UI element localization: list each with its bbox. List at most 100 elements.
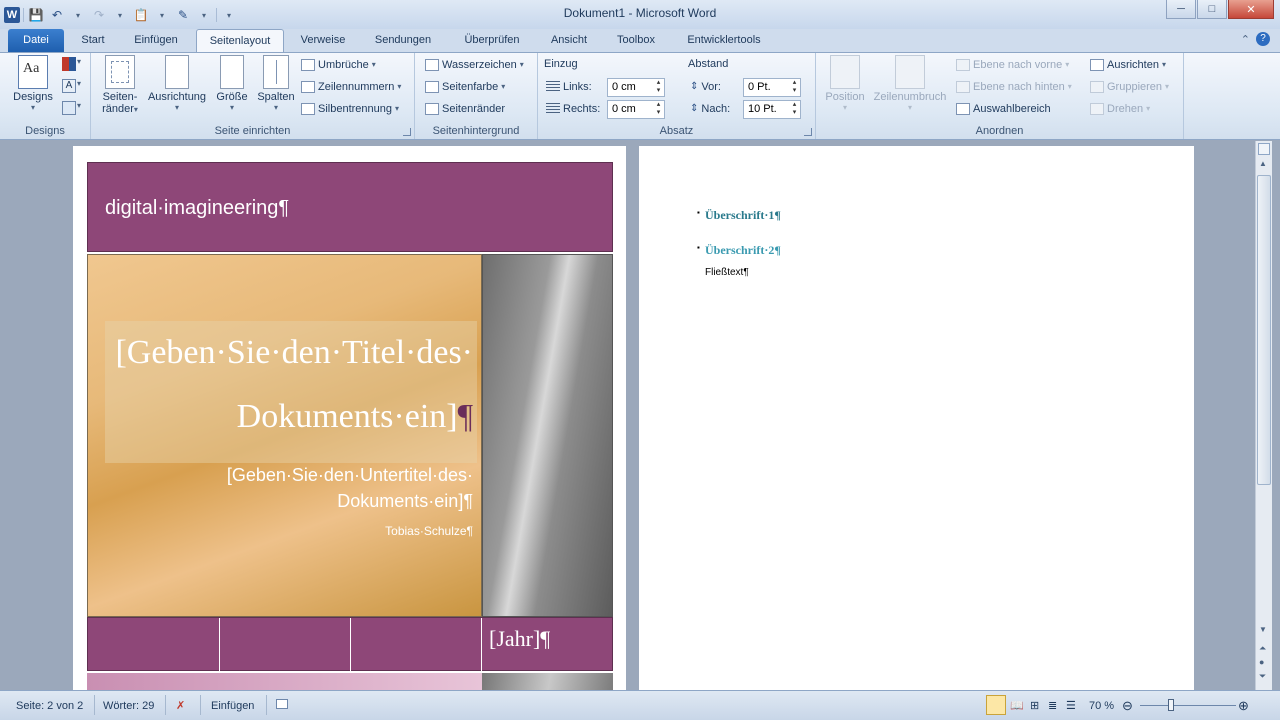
send-backward-button[interactable]: Ebene nach hinten ▾: [956, 77, 1072, 97]
ribbon: Aa Designs ▾ ▾ A ▾ ▾ Designs Seiten- ränd…: [0, 52, 1280, 140]
breaks-icon: [301, 59, 315, 71]
size-button[interactable]: Größe ▾: [211, 55, 253, 112]
page-1[interactable]: digital·imagineering¶ [Geben·Sie·den·Tit…: [73, 146, 626, 690]
page-borders-button[interactable]: Seitenränder: [425, 99, 505, 119]
spin-arrows-icon[interactable]: ▴ ▾: [653, 101, 664, 118]
macro-record-icon[interactable]: [276, 697, 288, 715]
scroll-down-icon[interactable]: ▼: [1259, 625, 1267, 634]
zoom-slider-track[interactable]: [1140, 705, 1236, 706]
group-objects-label: Gruppieren: [1107, 81, 1163, 93]
dialog-launcher-icon[interactable]: [403, 128, 411, 136]
spin-arrows-icon[interactable]: ▴ ▾: [789, 101, 800, 118]
spacing-after-input[interactable]: 10 Pt. ▴ ▾: [743, 100, 801, 119]
tab-toolbox[interactable]: Toolbox: [604, 29, 668, 52]
minimize-button[interactable]: ─: [1166, 0, 1196, 19]
indent-right-input[interactable]: 0 cm ▴ ▾: [607, 100, 665, 119]
spin-arrows-icon[interactable]: ▴ ▾: [653, 79, 664, 96]
heading-1[interactable]: Überschrift·1¶: [705, 208, 781, 223]
bring-forward-label: Ebene nach vorne: [973, 59, 1063, 71]
tab-datei[interactable]: Datei: [8, 29, 64, 52]
send-backward-icon: [956, 81, 970, 93]
body-text[interactable]: Fließtext¶: [705, 267, 749, 278]
hyphenation-button[interactable]: Silbentrennung ▾: [301, 99, 399, 119]
zoom-out-icon[interactable]: ⊖: [1122, 697, 1133, 715]
wrap-text-button[interactable]: Zeilenumbruch ▾: [870, 55, 950, 112]
maximize-button[interactable]: □: [1197, 0, 1227, 19]
bring-forward-button[interactable]: Ebene nach vorne ▾: [956, 55, 1069, 75]
title-line-1: [Geben·Sie·den·Titel·des·: [115, 334, 473, 371]
tab-sendungen[interactable]: Sendungen: [362, 29, 444, 52]
tab-ueberpruefen[interactable]: Überprüfen: [450, 29, 534, 52]
page-2[interactable]: ▪ Überschrift·1¶ ▪ Überschrift·2¶ Fließt…: [639, 146, 1194, 690]
orientation-button[interactable]: Ausrichtung ▾: [145, 55, 209, 112]
bullet-marker: ▪: [697, 208, 700, 217]
tab-start[interactable]: Start: [70, 29, 116, 52]
dropdown-arrow-icon: ▾: [907, 103, 912, 112]
margins-button[interactable]: Seiten- ränder▾: [97, 55, 143, 115]
group-objects-button[interactable]: Gruppieren ▾: [1090, 77, 1169, 97]
scroll-thumb[interactable]: [1257, 175, 1271, 485]
spacing-before-input[interactable]: 0 Pt. ▴ ▾: [743, 78, 801, 97]
breaks-button[interactable]: Umbrüche ▾: [301, 55, 376, 75]
spacing-after-icon: ⇕: [690, 103, 699, 114]
previous-page-icon[interactable]: ⏶: [1259, 643, 1266, 654]
draft-view-icon[interactable]: ☰: [1066, 697, 1076, 715]
indent-left-label: Links:: [546, 77, 592, 97]
title-placeholder[interactable]: [Geben·Sie·den·Titel·des· Dokuments·ein]…: [105, 321, 473, 449]
page-count[interactable]: Seite: 2 von 2: [16, 697, 83, 715]
insert-mode[interactable]: Einfügen: [211, 697, 254, 715]
proofing-icon[interactable]: ✗: [176, 697, 185, 715]
minimize-ribbon-icon[interactable]: ⌃: [1241, 33, 1250, 46]
dialog-launcher-icon[interactable]: [804, 128, 812, 136]
columns-button[interactable]: Spalten ▾: [253, 55, 299, 112]
watermark-button[interactable]: Wasserzeichen ▾: [425, 55, 524, 75]
spin-arrows-icon[interactable]: ▴ ▾: [789, 79, 800, 96]
theme-effects-button[interactable]: ▾: [62, 101, 86, 119]
page-color-button[interactable]: Seitenfarbe ▾: [425, 77, 505, 97]
vertical-scrollbar[interactable]: ▲ ▼ ⏶ ● ⏷: [1255, 141, 1272, 690]
designs-label: Designs: [13, 91, 53, 103]
theme-fonts-button[interactable]: A ▾: [62, 79, 86, 97]
watermark-icon: [425, 59, 439, 71]
wrap-text-label: Zeilenumbruch: [873, 91, 947, 103]
tab-entwicklertools[interactable]: Entwicklertools: [674, 29, 774, 52]
scroll-up-icon[interactable]: ▲: [1259, 159, 1267, 168]
word-count[interactable]: Wörter: 29: [103, 697, 154, 715]
zoom-slider-thumb[interactable]: [1168, 699, 1174, 711]
browse-object-icon[interactable]: ●: [1259, 657, 1264, 667]
subtitle-placeholder[interactable]: [Geben·Sie·den·Untertitel·des· Dokuments…: [105, 462, 473, 514]
cover-company-text[interactable]: digital·imagineering¶: [105, 197, 289, 220]
close-button[interactable]: ✕: [1228, 0, 1274, 19]
indent-right-icon: [546, 103, 560, 115]
heading-2[interactable]: Überschrift·2¶: [705, 243, 781, 258]
align-button[interactable]: Ausrichten ▾: [1090, 55, 1166, 75]
position-button[interactable]: Position ▾: [822, 55, 868, 112]
selection-pane-button[interactable]: Auswahlbereich: [956, 99, 1051, 119]
rotate-button[interactable]: Drehen ▾: [1090, 99, 1150, 119]
ruler-toggle-icon[interactable]: [1258, 143, 1270, 155]
theme-colors-button[interactable]: ▾: [62, 57, 86, 75]
tab-seitenlayout[interactable]: Seitenlayout: [196, 29, 284, 53]
subtitle-line-2: Dokuments·ein]¶: [337, 491, 473, 511]
position-icon: [830, 55, 860, 89]
zoom-in-icon[interactable]: ⊕: [1238, 697, 1249, 715]
indent-left-input[interactable]: 0 cm ▴ ▾: [607, 78, 665, 97]
document-workspace: digital·imagineering¶ [Geben·Sie·den·Tit…: [0, 141, 1255, 690]
cover-bottom-grey: [482, 673, 613, 690]
tab-ansicht[interactable]: Ansicht: [540, 29, 598, 52]
designs-button[interactable]: Aa Designs ▾: [10, 55, 56, 112]
tab-verweise[interactable]: Verweise: [290, 29, 356, 52]
print-layout-icon[interactable]: [986, 695, 1006, 715]
web-layout-icon[interactable]: ⊞: [1030, 697, 1039, 715]
full-screen-reading-icon[interactable]: 📖: [1010, 697, 1024, 715]
zoom-level[interactable]: 70 %: [1089, 697, 1114, 715]
next-page-icon[interactable]: ⏷: [1259, 671, 1266, 682]
line-numbers-button[interactable]: Zeilennummern ▾: [301, 77, 401, 97]
help-icon[interactable]: ?: [1256, 32, 1270, 46]
group-label: Designs: [25, 125, 65, 137]
author-field[interactable]: Tobias·Schulze¶: [105, 524, 473, 538]
tab-einfuegen[interactable]: Einfügen: [122, 29, 190, 52]
outline-view-icon[interactable]: ≣: [1048, 697, 1057, 715]
year-field[interactable]: [Jahr]¶: [489, 626, 550, 652]
rotate-label: Drehen: [1107, 103, 1144, 115]
